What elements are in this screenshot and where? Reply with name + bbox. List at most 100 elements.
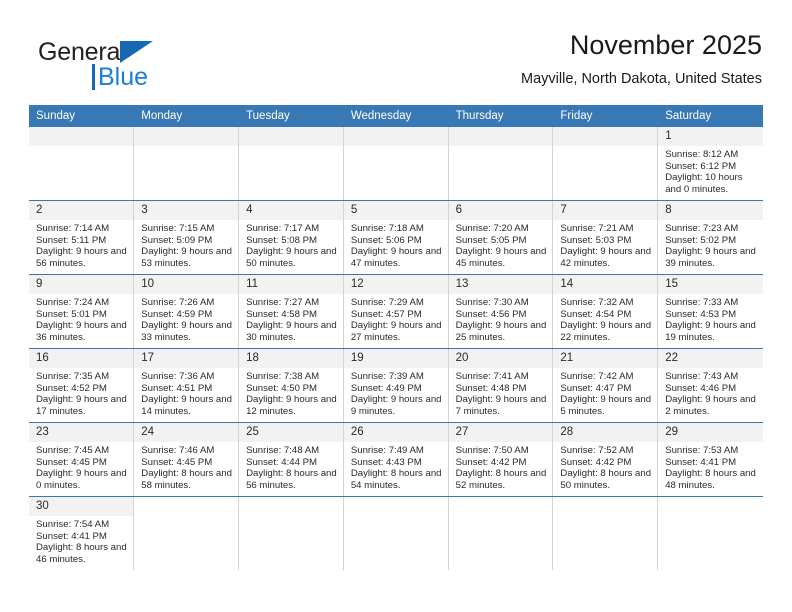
weekday-header-tuesday: Tuesday [238, 105, 344, 127]
calendar-cell-empty [448, 127, 554, 201]
daylight-text: Daylight: 9 hours and 17 minutes. [36, 394, 127, 417]
day-cell[interactable]: 27 Sunrise: 7:50 AM Sunset: 4:42 PM Dayligh… [448, 423, 553, 496]
calendar-cell-day-15[interactable]: 15 Sunrise: 7:33 AM Sunset: 4:53 PM Dayligh… [657, 274, 763, 349]
day-number: 28 [553, 423, 658, 442]
day-info: Sunrise: 7:15 AM Sunset: 5:09 PM Daylight:… [134, 220, 238, 269]
calendar-cell-day-12[interactable]: 12 Sunrise: 7:29 AM Sunset: 4:57 PM Dayligh… [343, 274, 449, 349]
calendar-cell-day-10[interactable]: 10 Sunrise: 7:26 AM Sunset: 4:59 PM Dayligh… [133, 274, 240, 349]
day-number-placeholder [29, 127, 134, 146]
general-blue-logo[interactable]: General Blue [38, 38, 218, 96]
day-number: 2 [29, 201, 134, 220]
calendar-cell-day-2[interactable]: 2 Sunrise: 7:14 AM Sunset: 5:11 PM Daylight… [29, 200, 135, 275]
day-cell[interactable]: 18 Sunrise: 7:38 AM Sunset: 4:50 PM Dayligh… [239, 349, 343, 422]
day-number: 15 [658, 275, 763, 294]
calendar-cell-day-28[interactable]: 28 Sunrise: 7:52 AM Sunset: 4:42 PM Dayligh… [552, 422, 659, 497]
day-cell[interactable]: 13 Sunrise: 7:30 AM Sunset: 4:56 PM Dayligh… [448, 275, 553, 348]
calendar-cell-day-26[interactable]: 26 Sunrise: 7:49 AM Sunset: 4:43 PM Dayligh… [343, 422, 449, 497]
day-number: 21 [553, 349, 658, 368]
calendar-cell-day-27[interactable]: 27 Sunrise: 7:50 AM Sunset: 4:42 PM Dayligh… [448, 422, 554, 497]
calendar-cell-day-22[interactable]: 22 Sunrise: 7:43 AM Sunset: 4:46 PM Dayligh… [657, 348, 763, 423]
daylight-text: Daylight: 9 hours and 0 minutes. [36, 468, 127, 491]
sunset-text: Sunset: 4:47 PM [560, 382, 632, 394]
sunrise-text: Sunrise: 7:49 AM [350, 445, 424, 456]
sunrise-text: Sunrise: 7:23 AM [665, 223, 739, 234]
day-number: 17 [134, 349, 239, 368]
calendar-cell-day-30[interactable]: 30 Sunrise: 7:54 AM Sunset: 4:41 PM Dayligh… [29, 496, 135, 570]
calendar-cell-day-9[interactable]: 9 Sunrise: 7:24 AM Sunset: 5:01 PM Daylight… [29, 274, 135, 349]
daylight-text: Daylight: 9 hours and 47 minutes. [350, 246, 442, 269]
day-cell[interactable]: 14 Sunrise: 7:32 AM Sunset: 4:54 PM Dayligh… [553, 275, 658, 348]
calendar-cell-day-14[interactable]: 14 Sunrise: 7:32 AM Sunset: 4:54 PM Dayligh… [552, 274, 659, 349]
calendar-cell-day-11[interactable]: 11 Sunrise: 7:27 AM Sunset: 4:58 PM Dayligh… [238, 274, 344, 349]
day-cell[interactable]: 24 Sunrise: 7:46 AM Sunset: 4:45 PM Dayligh… [134, 423, 239, 496]
day-cell[interactable]: 30 Sunrise: 7:54 AM Sunset: 4:41 PM Dayligh… [29, 497, 134, 570]
day-cell[interactable]: 23 Sunrise: 7:45 AM Sunset: 4:45 PM Dayligh… [29, 423, 134, 496]
calendar-cell-day-6[interactable]: 6 Sunrise: 7:20 AM Sunset: 5:05 PM Daylight… [448, 200, 554, 275]
day-info: Sunrise: 7:50 AM Sunset: 4:42 PM Daylight:… [449, 442, 553, 491]
calendar-cell-day-24[interactable]: 24 Sunrise: 7:46 AM Sunset: 4:45 PM Dayligh… [133, 422, 240, 497]
day-cell[interactable]: 5 Sunrise: 7:18 AM Sunset: 5:06 PM Daylight… [343, 201, 448, 274]
day-cell[interactable]: 26 Sunrise: 7:49 AM Sunset: 4:43 PM Dayligh… [343, 423, 448, 496]
calendar-cell-day-7[interactable]: 7 Sunrise: 7:21 AM Sunset: 5:03 PM Daylight… [552, 200, 659, 275]
daylight-text: Daylight: 9 hours and 25 minutes. [455, 320, 547, 343]
daylight-text: Daylight: 9 hours and 7 minutes. [455, 394, 547, 417]
calendar-cell-day-8[interactable]: 8 Sunrise: 7:23 AM Sunset: 5:02 PM Daylight… [657, 200, 763, 275]
day-cell[interactable]: 10 Sunrise: 7:26 AM Sunset: 4:59 PM Dayligh… [134, 275, 239, 348]
calendar-week-row: 23 Sunrise: 7:45 AM Sunset: 4:45 PM Dayligh… [29, 422, 763, 497]
day-cell[interactable]: 15 Sunrise: 7:33 AM Sunset: 4:53 PM Dayligh… [658, 275, 763, 348]
day-number: 1 [658, 127, 763, 146]
sunrise-text: Sunrise: 7:29 AM [350, 297, 424, 308]
day-info: Sunrise: 7:17 AM Sunset: 5:08 PM Daylight:… [239, 220, 343, 269]
day-cell[interactable]: 11 Sunrise: 7:27 AM Sunset: 4:58 PM Dayligh… [239, 275, 343, 348]
calendar-cell-day-21[interactable]: 21 Sunrise: 7:42 AM Sunset: 4:47 PM Dayligh… [552, 348, 659, 423]
day-cell[interactable]: 8 Sunrise: 7:23 AM Sunset: 5:02 PM Daylight… [658, 201, 763, 274]
day-cell[interactable]: 17 Sunrise: 7:36 AM Sunset: 4:51 PM Dayligh… [134, 349, 239, 422]
calendar-cell-day-13[interactable]: 13 Sunrise: 7:30 AM Sunset: 4:56 PM Dayligh… [448, 274, 554, 349]
calendar-cell-day-17[interactable]: 17 Sunrise: 7:36 AM Sunset: 4:51 PM Dayligh… [133, 348, 240, 423]
day-cell[interactable]: 28 Sunrise: 7:52 AM Sunset: 4:42 PM Dayligh… [553, 423, 658, 496]
calendar-cell-day-19[interactable]: 19 Sunrise: 7:39 AM Sunset: 4:49 PM Dayligh… [343, 348, 449, 423]
calendar-cell-day-3[interactable]: 3 Sunrise: 7:15 AM Sunset: 5:09 PM Daylight… [133, 200, 240, 275]
calendar-cell-day-1[interactable]: 1 Sunrise: 8:12 AM Sunset: 6:12 PM Daylight… [657, 127, 763, 201]
daylight-text: Daylight: 9 hours and 19 minutes. [665, 320, 756, 343]
day-cell[interactable]: 3 Sunrise: 7:15 AM Sunset: 5:09 PM Daylight… [134, 201, 239, 274]
sunset-text: Sunset: 5:09 PM [141, 234, 213, 246]
sunrise-text: Sunrise: 7:18 AM [350, 223, 424, 234]
day-info: Sunrise: 7:43 AM Sunset: 4:46 PM Daylight:… [658, 368, 762, 417]
calendar-cell-day-18[interactable]: 18 Sunrise: 7:38 AM Sunset: 4:50 PM Dayligh… [238, 348, 344, 423]
day-cell[interactable]: 1 Sunrise: 8:12 AM Sunset: 6:12 PM Daylight… [658, 127, 763, 200]
day-number: 22 [658, 349, 763, 368]
calendar-cell-day-4[interactable]: 4 Sunrise: 7:17 AM Sunset: 5:08 PM Daylight… [238, 200, 344, 275]
day-cell[interactable]: 20 Sunrise: 7:41 AM Sunset: 4:48 PM Dayligh… [448, 349, 553, 422]
sunrise-text: Sunrise: 7:48 AM [246, 445, 320, 456]
calendar-cell-day-25[interactable]: 25 Sunrise: 7:48 AM Sunset: 4:44 PM Dayligh… [238, 422, 344, 497]
calendar-cell-day-29[interactable]: 29 Sunrise: 7:53 AM Sunset: 4:41 PM Dayligh… [657, 422, 763, 497]
day-cell[interactable]: 2 Sunrise: 7:14 AM Sunset: 5:11 PM Daylight… [29, 201, 134, 274]
day-cell[interactable]: 4 Sunrise: 7:17 AM Sunset: 5:08 PM Daylight… [239, 201, 343, 274]
calendar-cell-day-20[interactable]: 20 Sunrise: 7:41 AM Sunset: 4:48 PM Dayligh… [448, 348, 554, 423]
day-info: Sunrise: 7:42 AM Sunset: 4:47 PM Daylight:… [553, 368, 657, 417]
calendar-cell-empty [343, 127, 449, 201]
logo-triangle-icon [120, 41, 153, 63]
calendar-cell-day-16[interactable]: 16 Sunrise: 7:35 AM Sunset: 4:52 PM Dayligh… [29, 348, 135, 423]
daylight-text: Daylight: 9 hours and 36 minutes. [36, 320, 127, 343]
calendar-cell-blank [343, 496, 449, 570]
day-number: 10 [134, 275, 239, 294]
day-cell[interactable]: 25 Sunrise: 7:48 AM Sunset: 4:44 PM Dayligh… [239, 423, 343, 496]
day-cell[interactable]: 7 Sunrise: 7:21 AM Sunset: 5:03 PM Daylight… [553, 201, 658, 274]
day-info: Sunrise: 7:20 AM Sunset: 5:05 PM Daylight:… [449, 220, 553, 269]
day-cell[interactable]: 12 Sunrise: 7:29 AM Sunset: 4:57 PM Dayligh… [343, 275, 448, 348]
day-cell-blank [658, 497, 762, 570]
day-cell[interactable]: 29 Sunrise: 7:53 AM Sunset: 4:41 PM Dayligh… [658, 423, 763, 496]
day-cell[interactable]: 6 Sunrise: 7:20 AM Sunset: 5:05 PM Daylight… [448, 201, 553, 274]
sunrise-text: Sunrise: 7:54 AM [36, 519, 110, 530]
day-cell[interactable]: 21 Sunrise: 7:42 AM Sunset: 4:47 PM Dayligh… [553, 349, 658, 422]
day-info: Sunrise: 7:49 AM Sunset: 4:43 PM Daylight:… [344, 442, 448, 491]
day-cell-empty [448, 127, 553, 200]
day-cell[interactable]: 19 Sunrise: 7:39 AM Sunset: 4:49 PM Dayligh… [343, 349, 448, 422]
day-cell[interactable]: 9 Sunrise: 7:24 AM Sunset: 5:01 PM Daylight… [29, 275, 134, 348]
calendar-cell-day-23[interactable]: 23 Sunrise: 7:45 AM Sunset: 4:45 PM Dayligh… [29, 422, 135, 497]
day-cell[interactable]: 16 Sunrise: 7:35 AM Sunset: 4:52 PM Dayligh… [29, 349, 134, 422]
calendar-cell-day-5[interactable]: 5 Sunrise: 7:18 AM Sunset: 5:06 PM Daylight… [343, 200, 449, 275]
day-cell[interactable]: 22 Sunrise: 7:43 AM Sunset: 4:46 PM Dayligh… [658, 349, 763, 422]
